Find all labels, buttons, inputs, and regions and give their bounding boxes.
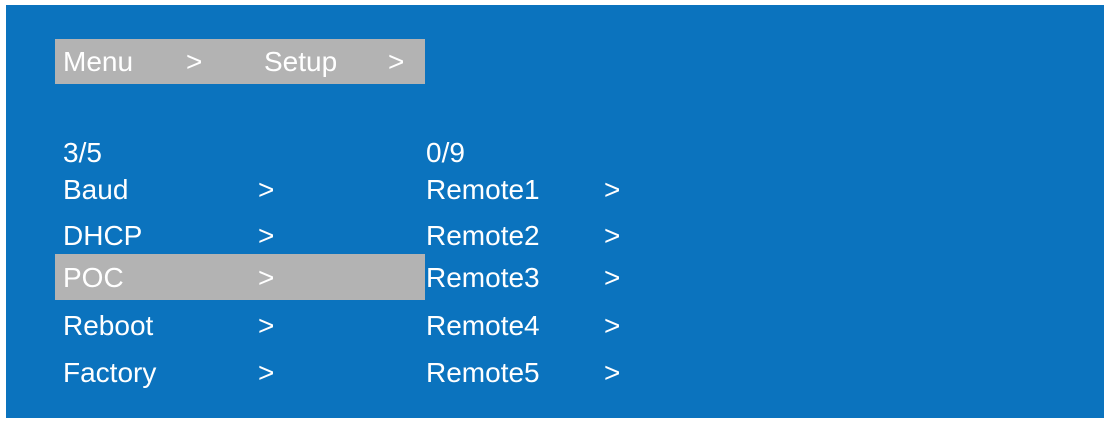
chevron-right-icon: >	[258, 220, 275, 251]
submenu-item-remote4[interactable]: Remote4	[426, 309, 540, 343]
menu-item-baud[interactable]: Baud	[63, 173, 128, 207]
menu-item-reboot[interactable]: Reboot	[63, 309, 153, 343]
chevron-right-icon: >	[258, 310, 275, 341]
breadcrumb-setup[interactable]: Setup	[264, 45, 337, 79]
chevron-right-icon: >	[258, 262, 275, 293]
left-menu-position: 3/5	[63, 137, 102, 168]
right-menu-position: 0/9	[426, 137, 465, 168]
submenu-item-remote2[interactable]: Remote2	[426, 219, 540, 253]
chevron-right-icon: >	[604, 310, 621, 341]
chevron-right-icon: >	[604, 262, 621, 293]
submenu-item-remote5[interactable]: Remote5	[426, 356, 540, 390]
chevron-right-icon: >	[604, 174, 621, 205]
chevron-right-icon: >	[258, 174, 275, 205]
menu-item-dhcp[interactable]: DHCP	[63, 219, 142, 253]
breadcrumb-menu[interactable]: Menu	[63, 45, 133, 79]
chevron-right-icon: >	[604, 220, 621, 251]
osd-menu-screen: Menu > Setup > 3/5 0/9 Baud > DHCP > POC…	[6, 5, 1104, 418]
chevron-right-icon: >	[258, 357, 275, 388]
breadcrumb-separator: >	[388, 46, 405, 77]
menu-item-factory[interactable]: Factory	[63, 356, 156, 390]
chevron-right-icon: >	[604, 357, 621, 388]
submenu-item-remote1[interactable]: Remote1	[426, 173, 540, 207]
breadcrumb-separator: >	[186, 46, 203, 77]
menu-item-poc[interactable]: POC	[63, 261, 124, 295]
submenu-item-remote3[interactable]: Remote3	[426, 261, 540, 295]
